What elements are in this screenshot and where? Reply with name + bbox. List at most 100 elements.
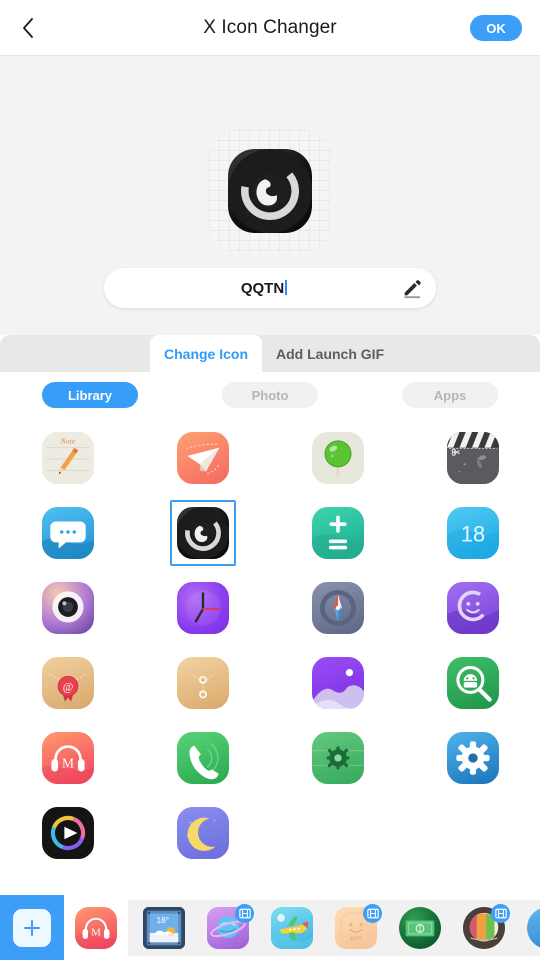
money-icon xyxy=(399,906,441,949)
icon-calculator[interactable] xyxy=(270,495,405,570)
add-icon-button[interactable] xyxy=(0,895,64,960)
chevron-left-icon xyxy=(23,17,33,38)
icon-frame xyxy=(305,725,371,791)
icon-browser[interactable] xyxy=(135,495,270,570)
ok-button[interactable]: OK xyxy=(470,15,522,41)
lollipop-icon xyxy=(311,431,364,484)
notes-pencil-icon: Note xyxy=(41,431,94,484)
icon-chat[interactable] xyxy=(405,570,540,645)
icon-notes[interactable]: Note xyxy=(0,420,135,495)
clapperboard-icon xyxy=(446,431,499,484)
dock-tray[interactable]: 18° APP V xyxy=(128,899,540,956)
tab-strip: Change Icon Add Launch GIF xyxy=(0,335,540,372)
tab-change-icon[interactable]: Change Icon xyxy=(150,335,263,372)
icon-frame xyxy=(170,425,236,491)
app-name-value: QQTN xyxy=(240,279,285,297)
icon-frame xyxy=(440,425,506,491)
icon-frame xyxy=(305,575,371,641)
dock-item-partial[interactable]: V xyxy=(516,900,540,956)
dock-current-icon[interactable]: M xyxy=(64,906,128,949)
app-name-input[interactable]: QQTN xyxy=(104,279,388,297)
icon-frame xyxy=(170,800,236,866)
source-segmented-control: Library Photo Apps xyxy=(0,382,540,408)
icon-frame xyxy=(35,800,101,866)
app-name-field[interactable]: QQTN xyxy=(104,268,436,308)
svg-text:18: 18 xyxy=(460,521,484,546)
icon-gallery[interactable] xyxy=(270,645,405,720)
play-ring-icon xyxy=(41,806,94,859)
icon-frame: M xyxy=(35,725,101,791)
segment-photo[interactable]: Photo xyxy=(222,382,318,408)
icon-share[interactable] xyxy=(135,645,270,720)
icon-store[interactable] xyxy=(405,645,540,720)
smiley-chat-icon xyxy=(446,581,499,634)
icon-player[interactable] xyxy=(0,795,135,870)
dock-item-app[interactable]: APP xyxy=(324,900,388,956)
icon-calendar[interactable]: 18 xyxy=(405,495,540,570)
segment-apps[interactable]: Apps xyxy=(402,382,498,408)
icon-frame: @ xyxy=(35,650,101,716)
plus-icon xyxy=(13,908,51,947)
edit-name-button[interactable] xyxy=(388,277,436,299)
blue-app-icon: V xyxy=(527,906,540,949)
calculator-icon xyxy=(311,506,364,559)
icon-frame xyxy=(170,725,236,791)
icon-frame xyxy=(169,499,236,566)
app-header: X Icon Changer OK xyxy=(0,0,540,56)
gear-icon xyxy=(446,731,499,784)
icon-frame xyxy=(440,650,506,716)
gear-small-icon xyxy=(311,731,364,784)
plus-glyph-icon xyxy=(24,919,40,936)
dock-item-food[interactable] xyxy=(452,900,516,956)
at-ribbon-icon: @ xyxy=(41,656,94,709)
icon-lollipop[interactable] xyxy=(270,420,405,495)
paper-plane-icon xyxy=(176,431,229,484)
gif-film-icon xyxy=(491,903,510,923)
preview-grid-backdrop xyxy=(209,130,331,252)
svg-text:18°: 18° xyxy=(156,914,169,924)
icon-tools[interactable] xyxy=(270,720,405,795)
icon-frame: 18 xyxy=(440,500,506,566)
icon-mail[interactable]: @ xyxy=(0,645,135,720)
gif-film-icon xyxy=(363,903,382,923)
phone-handset-icon xyxy=(176,731,229,784)
icon-video[interactable] xyxy=(405,420,540,495)
icon-night[interactable] xyxy=(135,795,270,870)
icon-frame xyxy=(305,425,371,491)
svg-text:M: M xyxy=(61,755,73,770)
icon-send[interactable] xyxy=(135,420,270,495)
icon-settings[interactable] xyxy=(405,720,540,795)
headphones-m-icon: M xyxy=(41,731,94,784)
clock-icon xyxy=(176,581,229,634)
x-icon-changer-screen: X Icon Changer OK QQTN Change Icon Add L… xyxy=(0,0,540,960)
pencil-edit-icon xyxy=(404,280,421,299)
icon-compass[interactable] xyxy=(270,570,405,645)
icon-music[interactable]: M xyxy=(0,720,135,795)
dock-item-money[interactable] xyxy=(388,900,452,956)
text-caret xyxy=(285,279,288,295)
dock-item-planet[interactable] xyxy=(196,900,260,956)
icon-frame: Note xyxy=(35,425,101,491)
globe-browser-icon[interactable] xyxy=(228,149,312,233)
icon-frame xyxy=(305,650,371,716)
dock-item-plane[interactable] xyxy=(260,900,324,956)
weather-frame-icon: 18° xyxy=(143,906,185,949)
dock-item-weather[interactable]: 18° xyxy=(132,900,196,956)
toy-plane-icon xyxy=(271,906,313,949)
moon-icon xyxy=(176,806,229,859)
back-button[interactable] xyxy=(0,0,56,56)
tab-add-launch-gif[interactable]: Add Launch GIF xyxy=(262,335,398,372)
icon-library-grid: Note 18 @ M xyxy=(0,420,540,895)
svg-text:APP: APP xyxy=(350,936,362,942)
compass-icon xyxy=(311,581,364,634)
icon-messages[interactable] xyxy=(0,495,135,570)
icon-camera[interactable] xyxy=(0,570,135,645)
icon-frame xyxy=(35,575,101,641)
globe-browser-icon xyxy=(176,506,229,559)
icon-preview-plate xyxy=(209,130,331,252)
segment-library[interactable]: Library xyxy=(42,382,138,408)
share-network-icon xyxy=(176,656,229,709)
icon-frame xyxy=(440,575,506,641)
icon-phone[interactable] xyxy=(135,720,270,795)
icon-clock[interactable] xyxy=(135,570,270,645)
